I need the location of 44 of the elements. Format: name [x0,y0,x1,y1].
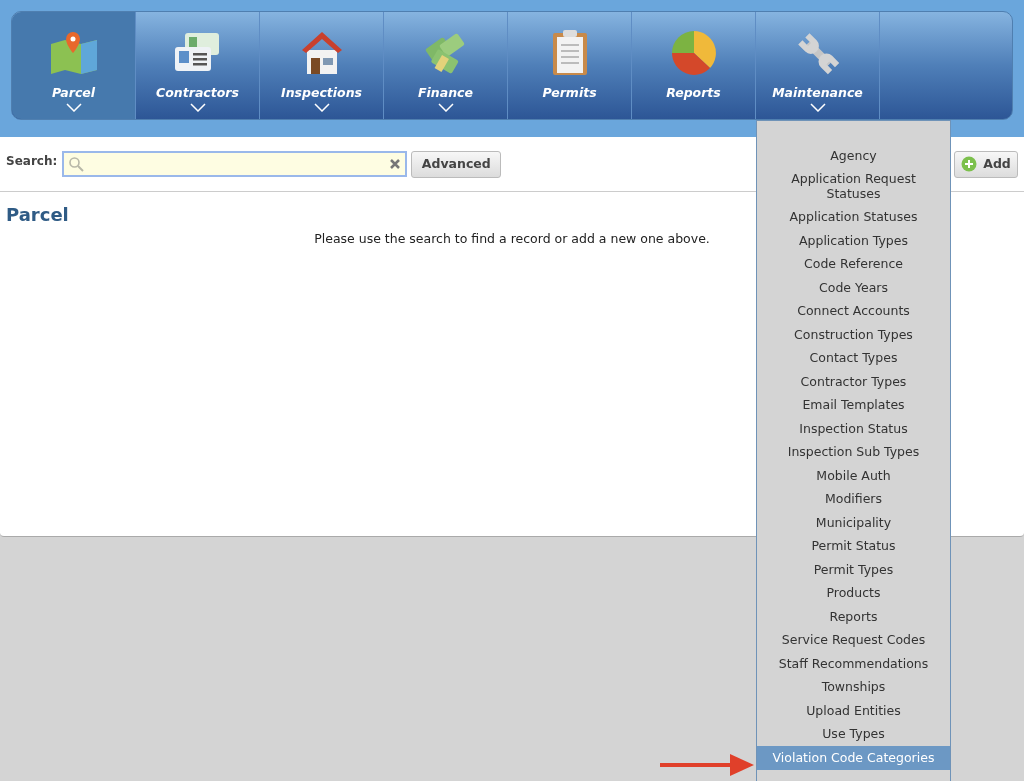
menu-item[interactable]: Contact Types [757,346,950,370]
nav-tab[interactable]: Contractors [136,12,260,119]
add-button[interactable]: Add [954,150,1018,178]
menu-item[interactable]: Code Years [757,276,950,300]
menu-item[interactable]: Agency [757,144,950,168]
advanced-button[interactable]: Advanced [411,150,502,178]
menu-item[interactable]: Staff Recommendations [757,652,950,676]
menu-item[interactable]: Modifiers [757,487,950,511]
nav-tab[interactable]: Reports [632,12,756,119]
search-icon [68,156,85,172]
nav-tab[interactable]: Maintenance [756,12,880,119]
menu-item[interactable]: Permit Status [757,534,950,558]
nav-tab[interactable]: Parcel [12,12,136,119]
empty-message: Please use the search to find a record or add a new one above. [314,230,710,248]
arrow-icon [660,753,754,777]
search-label: Search: [6,153,58,170]
nav-tab[interactable]: Inspections [260,12,384,119]
nav-tab[interactable]: Permits [508,12,632,119]
menu-item[interactable]: Application Types [757,229,950,253]
plus-circle-icon [961,156,978,172]
menu-item[interactable]: Application Request Statuses [757,167,950,206]
nav-tab[interactable]: Finance [384,12,508,119]
menu-item[interactable]: Municipality [757,511,950,535]
menu-item[interactable]: Permit Types [757,558,950,582]
menu-item[interactable]: Application Statuses [757,205,950,229]
menu-item[interactable]: Service Request Codes [757,628,950,652]
menu-item[interactable]: Products [757,581,950,605]
menu-item[interactable]: Inspection Status [757,417,950,441]
menu-item[interactable]: Use Types [757,722,950,746]
menu-item[interactable]: Connect Accounts [757,299,950,323]
map-icon [48,30,99,76]
clear-icon[interactable] [389,158,402,170]
search-field[interactable] [62,151,408,177]
menu-item[interactable]: Mobile Auth [757,464,950,488]
menu-item[interactable]: Upload Entities [757,699,950,723]
menu-item[interactable]: Email Templates [757,393,950,417]
menu-item[interactable]: Code Reference [757,252,950,276]
page-title: Parcel [6,204,69,226]
pie-chart-icon [669,29,718,77]
menu-item[interactable]: Reports [757,605,950,629]
menu-item[interactable]: Contractor Types [757,370,950,394]
menu-item[interactable]: Inspection Sub Types [757,440,950,464]
menu-item[interactable]: Construction Types [757,323,950,347]
menu-item[interactable]: Townships [757,675,950,699]
